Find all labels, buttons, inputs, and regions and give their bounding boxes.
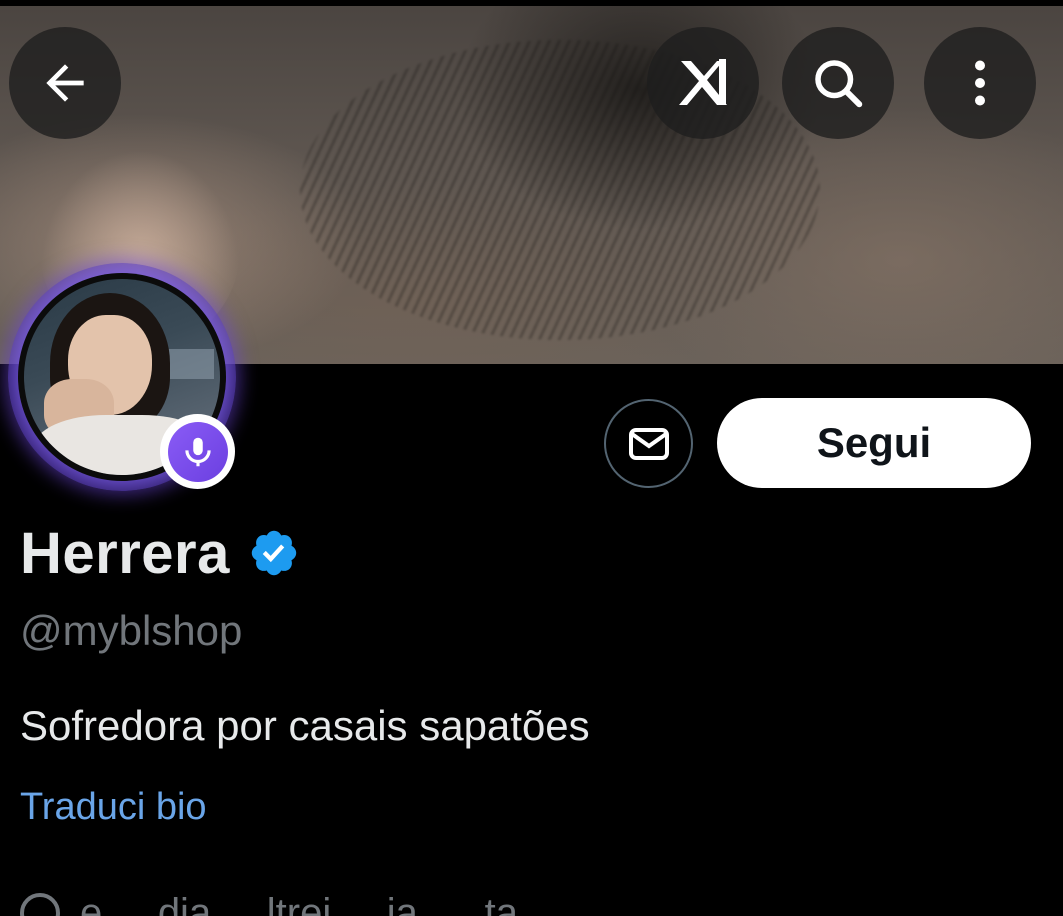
banner-edge <box>0 0 1063 6</box>
display-name: Herrera <box>20 520 230 586</box>
more-options-button[interactable] <box>924 27 1036 139</box>
message-button[interactable] <box>604 399 693 488</box>
verified-check-icon <box>251 530 297 576</box>
search-icon <box>815 60 863 108</box>
profile-meta-text: e ... dia ... ltrei ... ia .... ta <box>80 890 518 916</box>
arrow-left-icon <box>46 64 84 102</box>
verified-badge[interactable] <box>248 527 300 579</box>
translate-bio-link[interactable]: Traduci bio <box>20 786 207 829</box>
follow-button[interactable]: Segui <box>717 398 1031 488</box>
name-row: Herrera <box>20 518 300 588</box>
microphone-icon <box>184 437 211 466</box>
grok-icon <box>679 59 727 105</box>
search-button[interactable] <box>782 27 894 139</box>
more-vertical-icon <box>975 60 985 106</box>
spaces-live-badge[interactable] <box>160 414 235 489</box>
profile-bio: Sofredora por casais sapatões <box>20 702 590 749</box>
spaces-badge-inner <box>167 421 228 482</box>
profile-page: Segui Herrera @myblshop Sofredora por ca… <box>0 0 1063 916</box>
avatar-background <box>164 349 214 379</box>
profile-handle: @myblshop <box>20 607 243 654</box>
profile-meta-row: e ... dia ... ltrei ... ia .... ta <box>20 890 518 916</box>
location-icon <box>20 893 60 916</box>
grok-button[interactable] <box>647 27 759 139</box>
envelope-icon <box>628 427 669 460</box>
back-button[interactable] <box>9 27 121 139</box>
